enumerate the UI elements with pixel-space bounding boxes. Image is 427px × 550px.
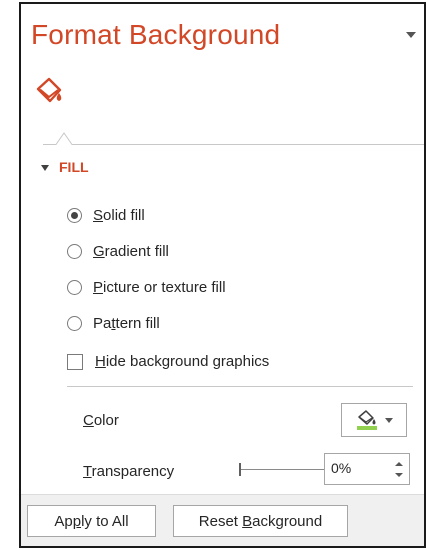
slider-track — [239, 469, 325, 470]
pane-footer: Apply to All Reset Background — [21, 494, 424, 546]
gradient-fill-label: Gradient fill — [93, 243, 169, 260]
hide-background-graphics-label: Hide background graphics — [95, 353, 270, 370]
slider-thumb[interactable] — [239, 463, 241, 476]
paint-bucket-icon — [357, 410, 377, 430]
dropdown-arrow-icon[interactable] — [406, 32, 416, 38]
gradient-fill-radio[interactable] — [67, 244, 82, 259]
color-swatch — [357, 426, 377, 430]
transparency-spinner[interactable] — [324, 453, 410, 485]
picture-texture-fill-option[interactable]: Picture or texture fill — [67, 279, 226, 296]
picture-texture-fill-label: Picture or texture fill — [93, 279, 226, 296]
collapse-triangle-icon — [41, 164, 49, 171]
pattern-fill-radio[interactable] — [67, 316, 82, 331]
picture-texture-fill-radio[interactable] — [67, 280, 82, 295]
color-picker-button[interactable] — [341, 403, 407, 437]
transparency-input[interactable] — [331, 460, 385, 476]
fill-section-header[interactable]: FILL — [41, 159, 89, 175]
reset-background-button[interactable]: Reset Background — [173, 505, 348, 537]
transparency-label: Transparency — [83, 463, 175, 480]
solid-fill-radio[interactable] — [67, 208, 82, 223]
format-background-pane: Format Background FILL Solid fill Gradie… — [19, 2, 426, 548]
gradient-fill-option[interactable]: Gradient fill — [67, 243, 169, 260]
spin-down-icon[interactable] — [395, 471, 403, 479]
tab-pointer-divider — [43, 132, 424, 145]
fill-section-label: FILL — [59, 159, 89, 175]
pattern-fill-label: Pattern fill — [93, 315, 160, 332]
apply-to-all-button[interactable]: Apply to All — [27, 505, 156, 537]
hide-background-graphics-checkbox[interactable] — [67, 353, 83, 370]
paint-bucket-icon[interactable] — [35, 76, 63, 106]
spin-up-icon[interactable] — [395, 460, 403, 468]
pane-title: Format Background — [31, 19, 281, 50]
color-label: Color — [83, 412, 119, 429]
solid-fill-option[interactable]: Solid fill — [67, 207, 145, 224]
transparency-slider[interactable] — [239, 463, 325, 477]
pattern-fill-option[interactable]: Pattern fill — [67, 315, 160, 332]
solid-fill-label: Solid fill — [93, 207, 145, 224]
hide-background-graphics-option[interactable]: Hide background graphics — [67, 353, 269, 370]
dropdown-arrow-icon — [385, 417, 393, 423]
section-divider — [67, 386, 413, 387]
